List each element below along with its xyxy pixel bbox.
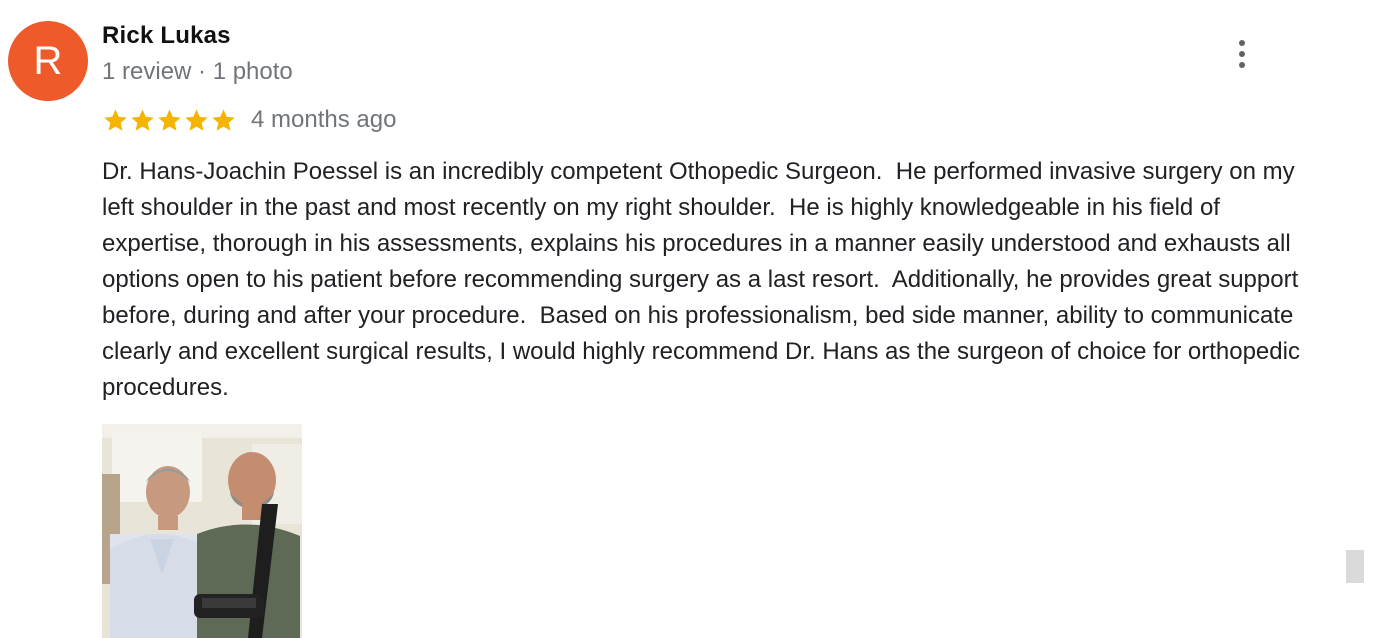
rating-row: 4 months ago (102, 104, 396, 136)
star-icon (131, 108, 154, 131)
more-options-button[interactable] (1226, 36, 1258, 72)
star-rating (102, 107, 237, 134)
review-photo-image (102, 424, 302, 638)
avatar-letter: R (33, 39, 63, 83)
review-photo[interactable] (102, 424, 302, 638)
reviewer-meta: 1 review · 1 photo (102, 58, 293, 85)
review-date: 4 months ago (251, 106, 397, 133)
more-vert-icon (1239, 40, 1245, 46)
avatar[interactable]: R (8, 21, 88, 101)
star-icon (185, 108, 208, 131)
reviewer-name[interactable]: Rick Lukas (102, 22, 231, 50)
scrollbar-thumb[interactable] (1346, 550, 1364, 583)
review-card: R Rick Lukas 1 review · 1 photo 4 months… (0, 0, 1388, 638)
review-text: Dr. Hans-Joachin Poessel is an incredibl… (102, 158, 1307, 401)
star-icon (212, 108, 235, 131)
more-vert-icon-dot (1239, 51, 1245, 57)
more-vert-icon-dot (1239, 62, 1245, 68)
star-icon (104, 108, 127, 131)
star-icon (158, 108, 181, 131)
